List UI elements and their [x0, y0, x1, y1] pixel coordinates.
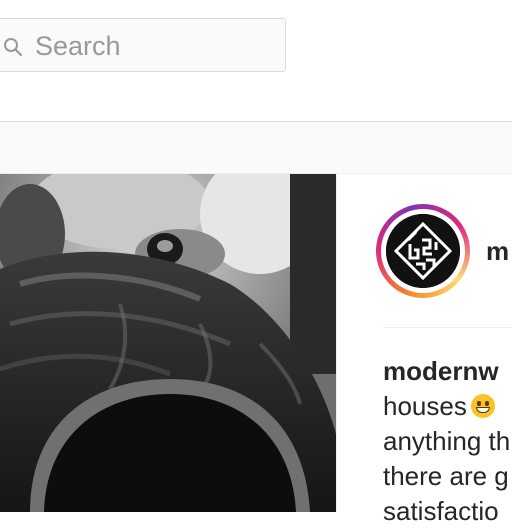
- avatar-logo: [386, 214, 460, 288]
- grinning-emoji-icon: [470, 394, 495, 418]
- avatar-border: [381, 209, 465, 293]
- top-navigation-bar: Search: [0, 0, 512, 121]
- post-photo-image: [0, 174, 336, 512]
- post-photo[interactable]: [0, 174, 336, 512]
- caption-line-3: there are g: [383, 461, 509, 491]
- story-avatar[interactable]: [376, 204, 470, 298]
- caption-username[interactable]: modernw: [383, 356, 499, 386]
- post-header-username[interactable]: m: [486, 236, 509, 267]
- kufic-logo-icon: [386, 214, 460, 288]
- search-icon: [4, 38, 23, 57]
- search-input[interactable]: Search: [0, 18, 286, 72]
- header-caption-divider: [383, 327, 512, 328]
- post-caption: modernw houses anything th there are g s…: [383, 354, 512, 529]
- page-background-band: [0, 122, 512, 173]
- caption-line-2: anything th: [383, 426, 511, 456]
- search-placeholder: Search: [35, 31, 121, 61]
- caption-line-1: houses: [383, 391, 467, 421]
